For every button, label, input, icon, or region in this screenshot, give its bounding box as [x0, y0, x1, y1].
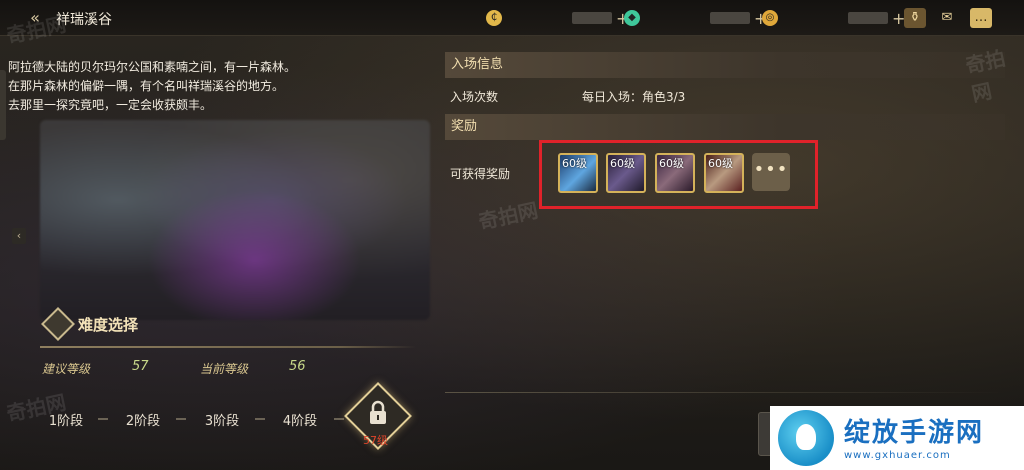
stage-3-button[interactable]: 3阶段 [189, 400, 255, 438]
recommended-level-label: 建议等级 [42, 362, 91, 376]
rewards-header: 奖励 [445, 114, 1005, 140]
side-handle[interactable] [0, 70, 6, 140]
stage-connector [255, 418, 265, 420]
top-bar: « 祥瑞溪谷 ₵ + ◆ + ◎ + ⚱ ✉ … [0, 0, 1024, 36]
crystal-icon: ◆ [624, 10, 640, 26]
reward-item-1[interactable]: 60级 [558, 153, 598, 193]
currency-gold: ₵ + [486, 8, 629, 28]
stage-label: 4阶段 [282, 413, 318, 429]
currency-value-hidden [710, 12, 750, 24]
lock-icon [370, 400, 386, 424]
reward-item-2[interactable]: 60级 [606, 153, 646, 193]
recommended-level-value: 57 [132, 359, 149, 374]
stage-connector [334, 418, 344, 420]
reward-item-4[interactable]: 60级 [704, 153, 744, 193]
description-line: 阿拉德大陆的贝尔玛尔公国和素喃之间，有一片森林。 [8, 60, 297, 74]
current-level-label: 当前等级 [200, 362, 249, 376]
more-rewards-button[interactable]: ••• [752, 153, 790, 191]
stage-label: 1阶段 [48, 413, 84, 429]
treasure-pot-icon[interactable]: ⚱ [904, 8, 926, 28]
site-logo: 绽放手游网 www.gxhuaer.com [770, 406, 1024, 470]
currency-value-hidden [572, 12, 612, 24]
mail-icon[interactable]: ✉ [936, 8, 958, 28]
currency-value-hidden [848, 12, 888, 24]
current-level-value: 56 [289, 359, 306, 374]
divider [445, 392, 1005, 393]
divider [40, 346, 416, 348]
reward-level: 60级 [610, 157, 635, 170]
medal-coin-icon: ◎ [762, 10, 778, 26]
entry-count-label: 入场次数 [450, 90, 499, 104]
chevron-left-icon[interactable]: ‹ [12, 228, 26, 244]
entry-info-header: 入场信息 [445, 52, 1005, 78]
stage-connector [98, 418, 108, 420]
stage-2-button[interactable]: 2阶段 [110, 400, 176, 438]
entry-count-value: 每日入场：角色3/3 [582, 90, 686, 104]
stage-connector [176, 418, 186, 420]
chat-icon[interactable]: … [970, 8, 992, 28]
difficulty-title: 难度选择 [78, 316, 139, 334]
octopus-logo-icon [778, 410, 834, 466]
currency-crystal: ◆ + [624, 8, 767, 28]
site-logo-text: 绽放手游网 [844, 417, 985, 448]
locked-stage-level: 57级 [363, 434, 388, 447]
stage-label: 2阶段 [125, 413, 161, 429]
description-line: 去那里一探究竟吧，一定会收获颇丰。 [8, 98, 213, 112]
site-logo-url: www.gxhuaer.com [844, 449, 951, 461]
rewards-label: 可获得奖励 [450, 167, 511, 181]
reward-item-3[interactable]: 60级 [655, 153, 695, 193]
reward-level: 60级 [659, 157, 684, 170]
gold-coin-icon: ₵ [486, 10, 502, 26]
reward-level: 60级 [708, 157, 733, 170]
reward-level: 60级 [562, 157, 587, 170]
description-line: 在那片森林的偏僻一隅，有个名叫祥瑞溪谷的地方。 [8, 79, 285, 93]
currency-medal: ◎ + [762, 8, 905, 28]
watermark: 奇拍网 [963, 46, 1008, 107]
stage-label: 3阶段 [204, 413, 240, 429]
dungeon-description: 阿拉德大陆的贝尔玛尔公国和素喃之间，有一片森林。 在那片森林的偏僻一隅，有个名叫… [8, 58, 418, 115]
dungeon-artwork [40, 120, 430, 320]
stage-4-button[interactable]: 4阶段 [267, 400, 333, 438]
